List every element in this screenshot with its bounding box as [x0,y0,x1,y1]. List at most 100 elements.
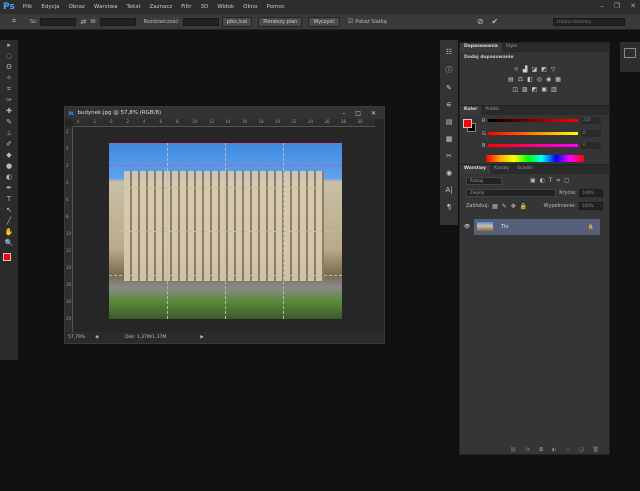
adjustment-icon[interactable]: ◪ [532,66,538,73]
restore-button[interactable]: ❐ [614,2,620,10]
clear-button[interactable]: Wyczyść [308,16,340,27]
tool-13[interactable]: ✒ [0,183,18,194]
doc-close-button[interactable]: ✕ [371,110,376,117]
menu-tekst[interactable]: Tekst [126,4,140,10]
adjustment-icon[interactable]: ◉ [546,76,551,83]
menu-zaznacz[interactable]: Zaznacz [150,4,173,10]
unit-select[interactable]: piks./cal [221,16,253,27]
channel-r-slider[interactable] [488,119,578,122]
visibility-eye-icon[interactable]: 👁 [460,219,474,235]
front-image-button[interactable]: Pierwszy plan [258,16,303,27]
foreground-color-swatch[interactable] [3,253,11,261]
tool-14[interactable]: T [0,194,18,205]
menu-edycja[interactable]: Edycja [41,4,59,10]
tool-12[interactable]: ◐ [0,172,18,183]
adjustment-icon[interactable]: ◫ [512,86,518,93]
layers-footer-icon[interactable]: 🗑 [593,447,599,453]
actions-icon[interactable]: ▦ [446,135,453,143]
layer-filter-select[interactable]: Rodzaj [466,177,502,185]
resolution-input[interactable] [182,17,219,26]
layers-footer-icon[interactable]: fx [525,447,530,453]
blend-mode-select[interactable]: Zwykły [466,189,557,197]
tool-11[interactable]: ● [0,161,18,172]
tool-0[interactable]: ▸ [0,40,18,51]
tab-paths[interactable]: Ścieżki [513,165,537,174]
adjustment-icon[interactable]: ▨ [522,86,528,93]
paragraph-icon[interactable]: ¶ [447,203,451,211]
menu-filtr[interactable]: Filtr [181,4,191,10]
tab-styles[interactable]: Style [502,43,521,52]
tool-5[interactable]: ✑ [0,95,18,106]
status-icon[interactable]: ◉ [95,335,99,340]
doc-maximize-button[interactable]: □ [355,110,361,117]
adjustment-icon[interactable]: ◩ [532,86,538,93]
history-icon[interactable]: ☷ [446,48,452,56]
tab-adjustments[interactable]: Dopasowania [460,43,502,52]
adjustment-icon[interactable]: ☼ [514,66,519,73]
tab-channels[interactable]: Kanały [490,165,513,174]
doc-minimize-button[interactable]: – [342,110,345,117]
channel-r-value[interactable]: 255 [581,117,601,124]
channel-g-slider[interactable] [488,132,578,135]
grid-checkbox[interactable]: ☑ [348,18,353,25]
adjustment-icon[interactable]: ▥ [551,86,557,93]
adjustment-icon[interactable]: ▦ [555,76,561,83]
lock-icons[interactable]: ▦✎✥🔒 [492,203,531,210]
minimize-button[interactable]: – [600,2,604,10]
adjustment-icon[interactable]: ▣ [541,86,547,93]
layers-footer-icon[interactable]: ⛓ [510,447,516,453]
menu-widok[interactable]: Widok [217,4,234,10]
tool-16[interactable]: ╱ [0,216,18,227]
status-menu-arrow[interactable]: ▶ [200,335,203,340]
close-button[interactable]: ✕ [630,2,636,10]
channel-b-slider[interactable] [488,144,578,147]
commit-icon[interactable]: ✔ [492,17,499,26]
fill-input[interactable]: 100% [579,202,603,210]
adjustment-icon[interactable]: ◎ [537,76,542,83]
opacity-input[interactable]: 100% [579,189,603,197]
layers-footer-icon[interactable]: ◐ [552,447,556,453]
tool-17[interactable]: ✋ [0,227,18,238]
tab-layers[interactable]: Warstwy [460,165,490,174]
zoom-level[interactable]: 57,79% [68,335,85,340]
height-input[interactable] [99,17,136,26]
clone-icon[interactable]: ◉ [446,169,452,177]
layers-footer-icon[interactable]: ◘ [539,447,543,453]
brush-icon[interactable]: ✎ [446,84,452,92]
crop-tool-icon[interactable]: ⌗ [12,17,16,26]
filter-icons[interactable]: ▣◐T⌗▢ [530,177,574,185]
layers-footer-icon[interactable]: ▭ [565,447,570,453]
channel-g-value[interactable]: 0 [581,130,601,137]
image-canvas[interactable] [109,143,342,319]
tool-10[interactable]: ◆ [0,150,18,161]
info-icon[interactable]: ⓘ [446,65,453,75]
layer-row[interactable]: 👁 Tło 🔒 [460,219,600,235]
tab-swatches[interactable]: Próbki [481,106,503,115]
color-spectrum[interactable] [486,155,584,162]
menu-warstwa[interactable]: Warstwa [94,4,118,10]
layers-footer-icon[interactable]: ❏ [579,447,583,453]
adjustment-icon[interactable]: ▽ [551,66,556,73]
properties-icon[interactable]: ⚟ [446,101,452,109]
tool-7[interactable]: ✎ [0,117,18,128]
swap-icon[interactable]: ⇄ [80,18,86,26]
channel-b-value[interactable]: 0 [581,142,601,149]
workspace-select[interactable]: Istotne elementy [553,17,626,26]
adjustment-icon[interactable]: ▟ [523,66,528,73]
adjustment-icon[interactable]: ◧ [527,76,533,83]
menu-3d[interactable]: 3D [201,4,209,10]
adjustment-icon[interactable]: ▤ [508,76,514,83]
tab-color[interactable]: Kolor [460,106,482,115]
width-input[interactable] [40,17,77,26]
adjustment-icon[interactable]: ◩ [541,66,547,73]
tools-icon[interactable]: ✂ [446,152,452,160]
tool-1[interactable]: ◌ [0,51,18,62]
menu-okno[interactable]: Okno [243,4,257,10]
tool-3[interactable]: ✧ [0,73,18,84]
character-icon[interactable]: A| [445,186,452,194]
panel-icon[interactable] [624,48,636,58]
cancel-icon[interactable]: ⊘ [477,17,484,26]
tool-8[interactable]: ⊥ [0,128,18,139]
tool-6[interactable]: ✚ [0,106,18,117]
menu-plik[interactable]: Plik [23,4,33,10]
